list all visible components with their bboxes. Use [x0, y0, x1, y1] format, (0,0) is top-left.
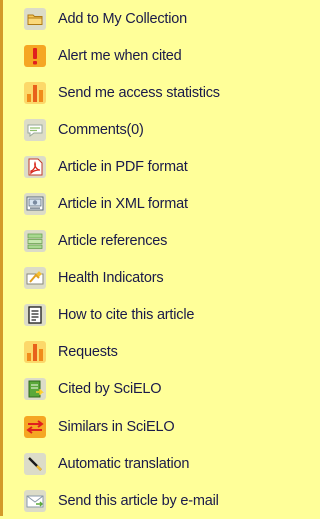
xml-format-link[interactable]: Article in XML format — [3, 185, 270, 222]
comments-link[interactable]: Comments(0) — [3, 111, 270, 148]
requests-link[interactable]: Requests — [3, 334, 270, 371]
send-by-email-label: Send this article by e-mail — [58, 492, 219, 509]
arrows-icon — [24, 415, 46, 438]
automatic-translation-link[interactable]: Automatic translation — [3, 445, 270, 482]
send-by-email-link[interactable]: Send this article by e-mail — [3, 482, 270, 519]
alert-cited-label: Alert me when cited — [58, 47, 182, 64]
how-to-cite-link[interactable]: How to cite this article — [3, 297, 270, 334]
access-statistics-link[interactable]: Send me access statistics — [3, 74, 270, 111]
exclamation-icon — [24, 44, 46, 67]
article-services-panel: Add to My Collection Alert me when cited — [0, 0, 270, 516]
document-icon — [24, 304, 46, 327]
envelope-icon — [24, 489, 46, 512]
folder-icon — [24, 7, 46, 30]
wand-icon — [24, 452, 46, 475]
pdf-icon — [24, 155, 46, 178]
references-icon — [24, 230, 46, 253]
comments-label: Comments(0) — [58, 121, 144, 138]
add-to-collection-link[interactable]: Add to My Collection — [3, 0, 270, 37]
similars-in-scielo-label: Similars in SciELO — [58, 418, 175, 435]
how-to-cite-label: How to cite this article — [58, 307, 195, 324]
xml-format-label: Article in XML format — [58, 196, 188, 213]
cited-by-scielo-link[interactable]: Cited by SciELO — [3, 371, 270, 408]
article-references-label: Article references — [58, 233, 168, 250]
services-list: Add to My Collection Alert me when cited — [3, 0, 270, 519]
speech-bubble-icon — [24, 118, 46, 141]
health-indicators-label: Health Indicators — [58, 270, 164, 287]
pdf-format-label: Article in PDF format — [58, 158, 188, 175]
article-references-link[interactable]: Article references — [3, 223, 270, 260]
cited-document-icon — [24, 378, 46, 401]
health-indicators-icon — [24, 267, 46, 290]
pdf-format-link[interactable]: Article in PDF format — [3, 148, 270, 185]
cited-by-scielo-label: Cited by SciELO — [58, 381, 162, 398]
health-indicators-link[interactable]: Health Indicators — [3, 260, 270, 297]
bar-chart-icon — [24, 341, 46, 364]
access-statistics-label: Send me access statistics — [58, 84, 220, 101]
automatic-translation-label: Automatic translation — [58, 455, 190, 472]
requests-label: Requests — [58, 344, 118, 361]
bar-chart-icon — [24, 81, 46, 104]
xml-icon — [24, 193, 46, 216]
alert-cited-link[interactable]: Alert me when cited — [3, 37, 270, 74]
similars-in-scielo-link[interactable]: Similars in SciELO — [3, 408, 270, 445]
add-to-collection-label: Add to My Collection — [58, 10, 187, 27]
